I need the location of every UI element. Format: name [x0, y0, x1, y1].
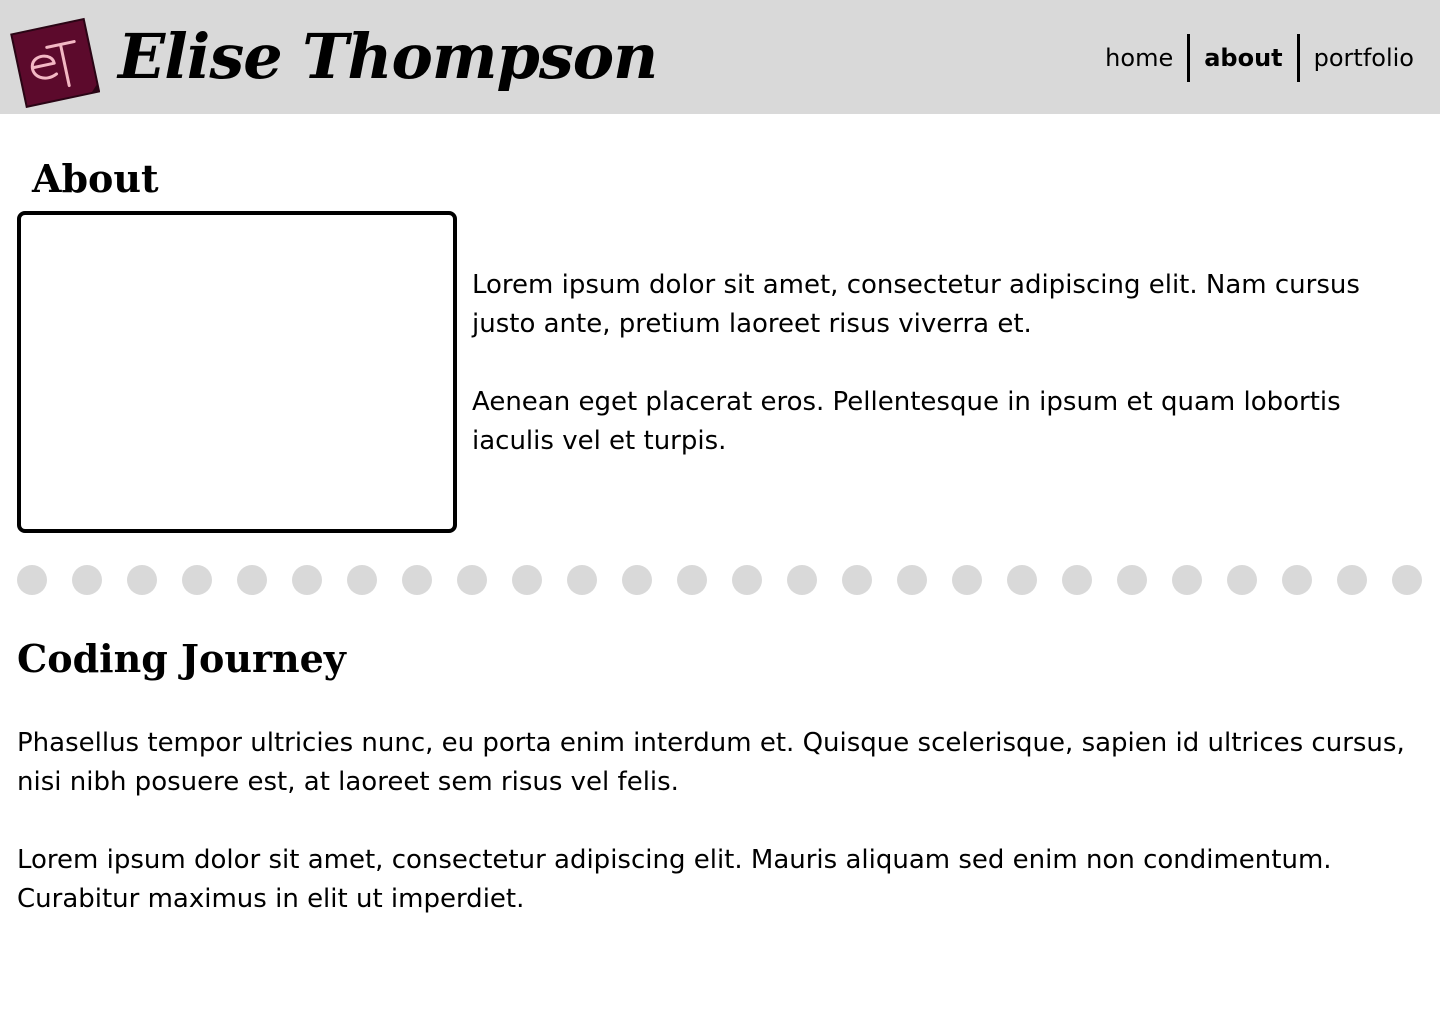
journey-paragraph: Phasellus tempor ultricies nunc, eu port…: [17, 728, 1405, 797]
coding-journey-text: Phasellus tempor ultricies nunc, eu port…: [17, 724, 1417, 958]
divider-dot: [292, 565, 322, 595]
divider-dot: [1227, 565, 1257, 595]
divider-dot: [17, 565, 47, 595]
divider-dot: [567, 565, 597, 595]
site-header: Elise Thompson home about portfolio: [0, 0, 1440, 114]
divider-dot: [897, 565, 927, 595]
nav-link-about[interactable]: about: [1190, 34, 1296, 82]
profile-photo-placeholder: [17, 211, 457, 533]
nav-link-home[interactable]: home: [1091, 34, 1187, 82]
divider-dot: [1392, 565, 1422, 595]
divider-dot: [72, 565, 102, 595]
divider-dot: [1062, 565, 1092, 595]
dotted-divider: [17, 565, 1427, 595]
divider-dot: [842, 565, 872, 595]
divider-dot: [952, 565, 982, 595]
divider-dot: [622, 565, 652, 595]
journey-paragraph: Lorem ipsum dolor sit amet, consectetur …: [17, 845, 1332, 914]
about-paragraph: Aenean eget placerat eros. Pellentesque …: [472, 387, 1341, 456]
divider-dot: [1117, 565, 1147, 595]
divider-dot: [1172, 565, 1202, 595]
divider-dot: [1337, 565, 1367, 595]
divider-dot: [1007, 565, 1037, 595]
divider-dot: [347, 565, 377, 595]
about-text: Lorem ipsum dolor sit amet, consectetur …: [472, 266, 1412, 500]
divider-dot: [732, 565, 762, 595]
divider-dot: [1282, 565, 1312, 595]
about-heading: About: [32, 156, 159, 201]
divider-dot: [677, 565, 707, 595]
coding-journey-heading: Coding Journey: [17, 636, 346, 681]
divider-dot: [512, 565, 542, 595]
divider-dot: [237, 565, 267, 595]
about-paragraph: Lorem ipsum dolor sit amet, consectetur …: [472, 270, 1360, 339]
nav-link-portfolio[interactable]: portfolio: [1300, 34, 1414, 82]
divider-dot: [127, 565, 157, 595]
main-nav: home about portfolio: [1091, 34, 1414, 82]
site-title: Elise Thompson: [118, 20, 658, 93]
divider-dot: [182, 565, 212, 595]
divider-dot: [457, 565, 487, 595]
divider-dot: [787, 565, 817, 595]
logo-icon[interactable]: [10, 16, 100, 108]
divider-dot: [402, 565, 432, 595]
